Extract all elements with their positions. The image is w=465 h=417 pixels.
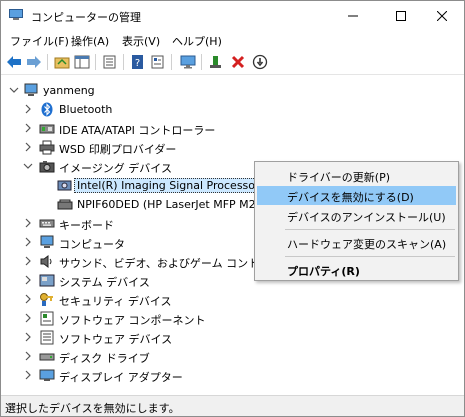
context-menu-update-driver[interactable]: ドライバーの更新(P) xyxy=(257,166,456,185)
window-title: コンピューターの管理 xyxy=(31,11,141,24)
context-menu-uninstall-device[interactable]: デバイスのアンインストール(U) xyxy=(257,206,456,225)
tree-item-label: Bluetooth xyxy=(59,103,113,116)
context-menu-properties[interactable]: プロパティ(R) xyxy=(257,260,456,279)
menu-file[interactable]: ファイル(F) xyxy=(10,33,69,49)
context-menu-label: プロパティ(R) xyxy=(287,265,360,278)
export-list-icon[interactable] xyxy=(101,53,119,71)
tree-item-ide[interactable]: IDE ATA/ATAPI コントローラー xyxy=(1,119,464,138)
monitor-icon[interactable] xyxy=(179,53,197,71)
title-bar[interactable]: コンピューターの管理 xyxy=(1,1,464,31)
tree-item-label: ディスク ドライブ xyxy=(59,352,150,365)
minimize-button[interactable] xyxy=(331,1,375,31)
back-arrow-icon[interactable] xyxy=(5,53,23,71)
tree-item-label: WSD 印刷プロバイダー xyxy=(59,143,177,156)
chevron-right-icon[interactable] xyxy=(23,313,33,323)
tree-item-label: ソフトウェア コンポーネント xyxy=(59,314,206,327)
folder-up-icon[interactable] xyxy=(53,53,71,71)
tree-item-wsd[interactable]: WSD 印刷プロバイダー xyxy=(1,138,464,157)
chevron-right-icon[interactable] xyxy=(23,351,33,361)
tree-item-label: イメージング デバイス xyxy=(59,162,172,175)
context-menu: ドライバーの更新(P) デバイスを無効にする(D) デバイスのアンインストール(… xyxy=(254,161,459,281)
context-menu-label: デバイスを無効にする(D) xyxy=(287,191,414,204)
chevron-down-icon[interactable] xyxy=(23,161,33,171)
tree-item-label: セキュリティ デバイス xyxy=(59,295,172,308)
toolbar: ? xyxy=(1,51,464,73)
chevron-down-icon[interactable] xyxy=(9,85,19,95)
forward-arrow-icon[interactable] xyxy=(25,53,43,71)
context-menu-separator xyxy=(285,229,455,230)
properties-icon[interactable] xyxy=(149,53,167,71)
tree-item-label: ソフトウェア デバイス xyxy=(59,333,173,346)
speaker-icon xyxy=(39,254,55,269)
maximize-button[interactable] xyxy=(379,1,423,31)
chevron-right-icon[interactable] xyxy=(23,142,33,152)
printer-provider-icon xyxy=(39,140,55,155)
disk-drive-icon xyxy=(39,349,55,364)
tree-item-software-components[interactable]: ソフトウェア コンポーネント xyxy=(1,309,464,328)
console-tree-icon[interactable] xyxy=(73,53,91,71)
context-menu-label: ハードウェア変更のスキャン(A) xyxy=(287,238,447,251)
menu-action[interactable]: 操作(A) xyxy=(71,33,109,49)
ide-controller-icon xyxy=(39,121,55,136)
chevron-right-icon[interactable] xyxy=(23,237,33,247)
tree-item-security[interactable]: セキュリティ デバイス xyxy=(1,290,464,309)
close-button[interactable] xyxy=(420,1,464,31)
tree-item-label: システム デバイス xyxy=(59,276,150,289)
software-device-icon xyxy=(39,330,55,345)
tree-item-display-adapters[interactable]: ディスプレイ アダプター xyxy=(1,366,464,385)
menu-view[interactable]: 表示(V) xyxy=(122,33,160,49)
chevron-right-icon[interactable] xyxy=(23,123,33,133)
menu-bar: ファイル(F) 操作(A) 表示(V) ヘルプ(H) xyxy=(1,31,464,51)
computer-management-window: コンピューターの管理 ファイル(F) 操作(A) 表示(V) ヘルプ(H) ? … xyxy=(0,0,465,417)
tree-item-label: コンピュータ xyxy=(59,238,125,251)
uninstall-x-icon[interactable] xyxy=(229,53,247,71)
tree-item-disk-drives[interactable]: ディスク ドライブ xyxy=(1,347,464,366)
imaging-device-icon xyxy=(57,178,73,193)
system-device-icon xyxy=(39,273,55,288)
context-menu-label: デバイスのアンインストール(U) xyxy=(287,211,446,224)
computer-root-icon xyxy=(23,83,39,98)
chevron-right-icon[interactable] xyxy=(23,275,33,285)
security-key-icon xyxy=(39,292,55,307)
tree-root-label: yanmeng xyxy=(43,84,95,97)
menu-help[interactable]: ヘルプ(H) xyxy=(172,33,222,49)
svg-text:?: ? xyxy=(135,58,140,69)
update-driver-icon[interactable] xyxy=(207,53,225,71)
context-menu-disable-device[interactable]: デバイスを無効にする(D) xyxy=(257,186,456,205)
tree-root[interactable]: yanmeng xyxy=(1,81,464,100)
context-menu-separator xyxy=(285,256,455,257)
chevron-right-icon[interactable] xyxy=(23,256,33,266)
status-text: 選択したデバイスを無効にします。 xyxy=(5,402,180,415)
software-component-icon xyxy=(39,311,55,326)
computer-management-icon xyxy=(9,9,23,21)
chevron-right-icon[interactable] xyxy=(23,332,33,342)
tree-item-label: ディスプレイ アダプター xyxy=(59,371,183,384)
chevron-right-icon[interactable] xyxy=(23,218,33,228)
computer-icon xyxy=(39,235,55,250)
tree-item-bluetooth[interactable]: Bluetooth xyxy=(1,100,464,119)
chevron-right-icon[interactable] xyxy=(23,294,33,304)
chevron-right-icon[interactable] xyxy=(23,104,33,114)
context-menu-label: ドライバーの更新(P) xyxy=(287,171,390,184)
tree-item-label: IDE ATA/ATAPI コントローラー xyxy=(59,124,216,137)
camera-icon xyxy=(39,159,55,174)
keyboard-icon xyxy=(39,216,55,231)
tree-item-software-devices[interactable]: ソフトウェア デバイス xyxy=(1,328,464,347)
tree-item-label: キーボード xyxy=(59,219,114,232)
status-bar: 選択したデバイスを無効にします。 xyxy=(1,395,464,416)
bluetooth-icon xyxy=(39,102,55,117)
disable-device-icon[interactable] xyxy=(251,53,269,71)
chevron-right-icon[interactable] xyxy=(23,370,33,380)
display-adapter-icon xyxy=(39,368,55,383)
context-menu-scan-hardware[interactable]: ハードウェア変更のスキャン(A) xyxy=(257,233,456,252)
help-icon[interactable]: ? xyxy=(129,53,147,71)
